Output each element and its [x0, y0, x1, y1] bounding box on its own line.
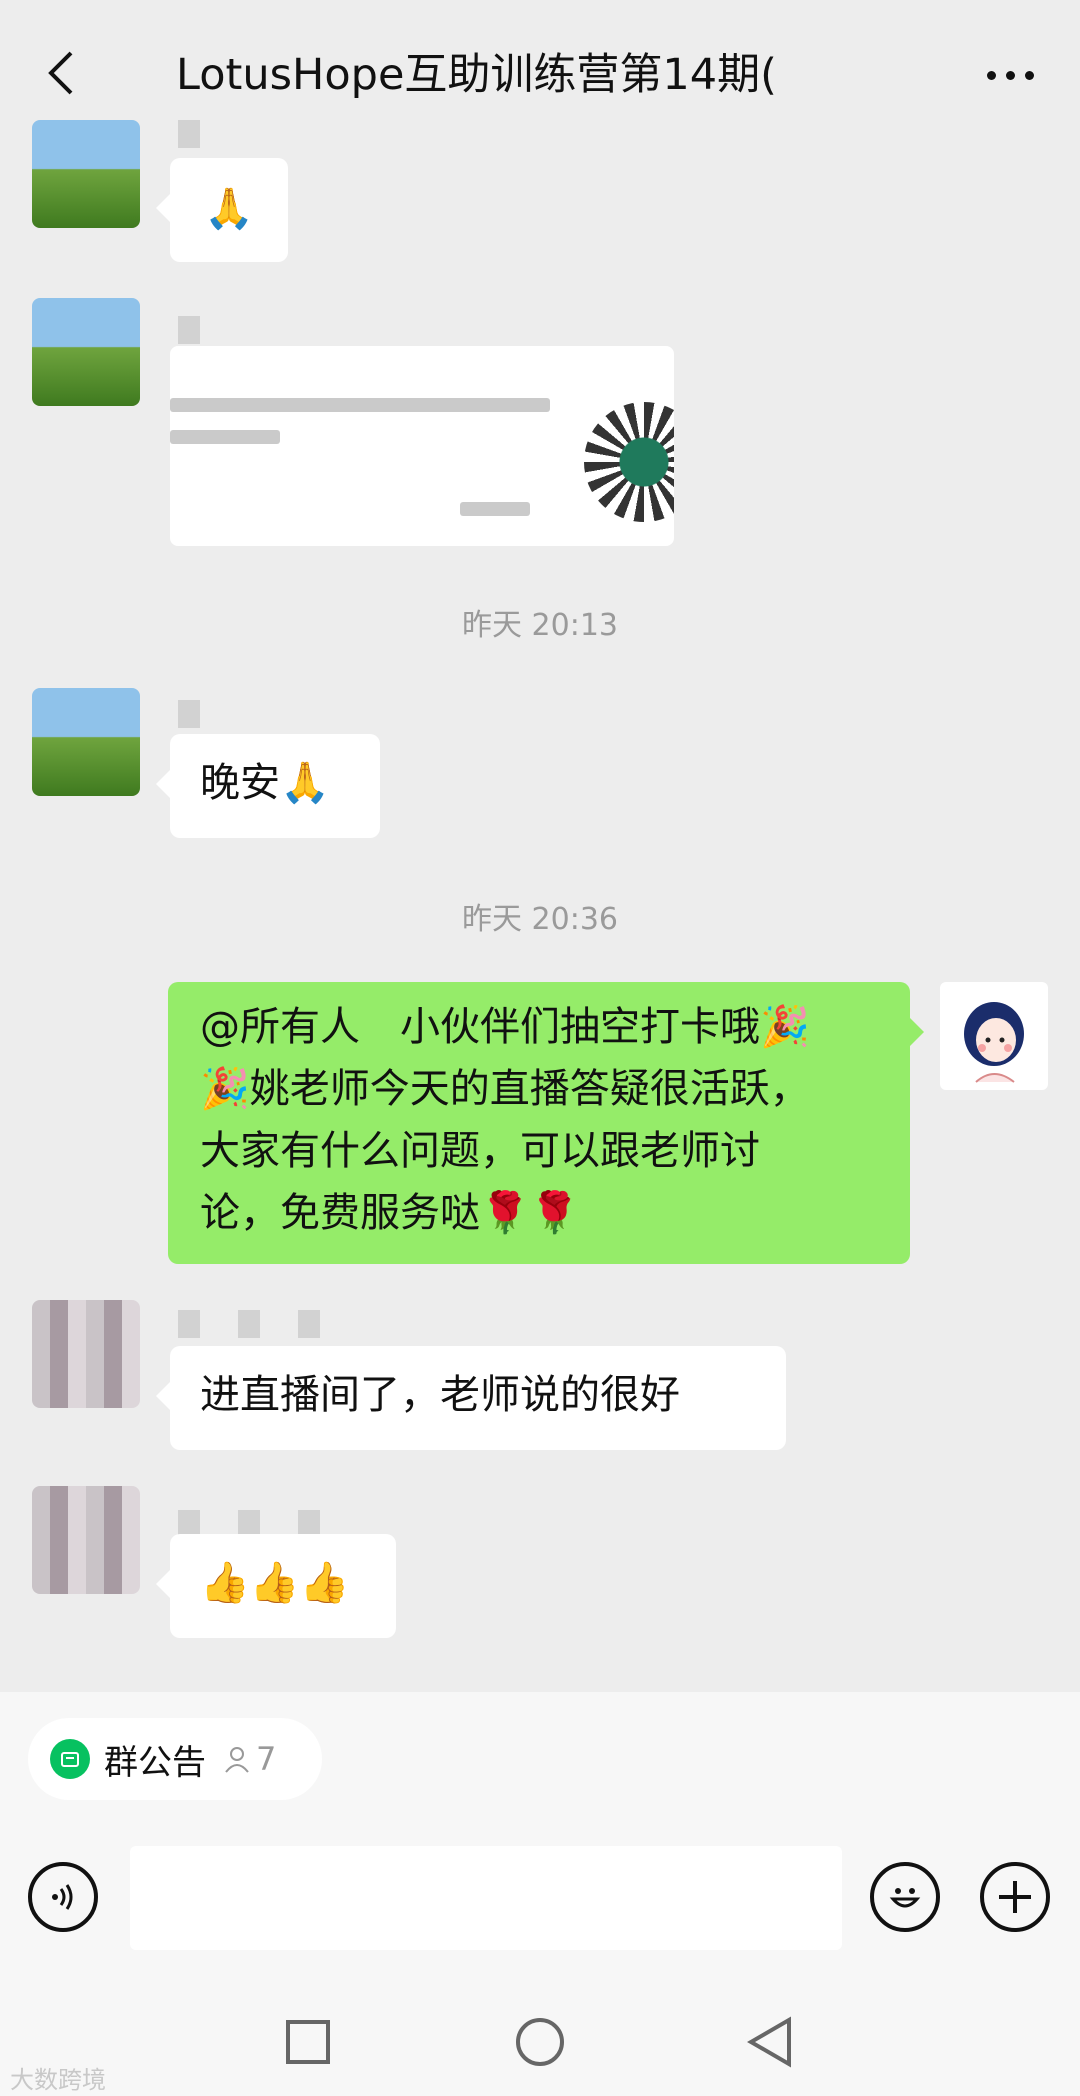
- ellipsis-icon: [986, 70, 996, 80]
- card-text-line: [460, 502, 530, 516]
- message-bubble[interactable]: 晚安🙏: [156, 734, 380, 838]
- message-bubble[interactable]: 进直播间了，老师说的很好: [156, 1346, 786, 1450]
- announcement-icon: [50, 1739, 90, 1779]
- self-avatar[interactable]: [940, 982, 1048, 1090]
- sender-name: [178, 120, 238, 148]
- chat-title: LotusHope互助训练营第14期(: [176, 50, 777, 100]
- home-icon: [516, 2018, 564, 2066]
- message-text-line: 🎉姚老师今天的直播答疑很活跃，: [200, 1066, 810, 1112]
- message-bubble[interactable]: 🙏: [156, 158, 288, 262]
- more-options-button[interactable]: [970, 40, 1050, 110]
- back-nav-button[interactable]: [738, 2010, 802, 2074]
- back-button[interactable]: [30, 38, 90, 108]
- message-text-line: @所有人 小伙伴们抽空打卡哦🎉: [200, 1004, 810, 1050]
- avatar[interactable]: [32, 688, 140, 796]
- avatar[interactable]: [32, 120, 140, 228]
- sender-name: [178, 1310, 348, 1338]
- chevron-left-icon: [48, 51, 73, 95]
- voice-icon: [52, 1884, 73, 1910]
- sender-name: [178, 700, 218, 728]
- card-text-line: [170, 398, 550, 412]
- chat-header: LotusHope互助训练营第14期(: [0, 0, 1080, 148]
- voice-button[interactable]: [28, 1862, 98, 1932]
- shared-card[interactable]: [170, 346, 674, 546]
- recent-apps-button[interactable]: [276, 2010, 340, 2074]
- sender-name: [178, 316, 238, 344]
- card-text-line: [170, 430, 280, 444]
- plus-icon: [999, 1881, 1031, 1913]
- qr-code-icon: [584, 402, 674, 522]
- message-input[interactable]: [130, 1846, 842, 1950]
- watermark: 大数跨境: [10, 2066, 106, 2094]
- plus-button[interactable]: [980, 1862, 1050, 1932]
- message-bubble[interactable]: 👍👍👍: [156, 1534, 396, 1638]
- message-bubble-self[interactable]: @所有人 小伙伴们抽空打卡哦🎉 🎉姚老师今天的直播答疑很活跃， 大家有什么问题，…: [168, 982, 924, 1264]
- timestamp: 昨天 20:13: [462, 608, 618, 643]
- avatar[interactable]: [32, 1486, 140, 1594]
- message-text-line: 大家有什么问题，可以跟老师讨: [200, 1128, 760, 1174]
- home-button[interactable]: [508, 2010, 572, 2074]
- back-triangle-icon: [747, 2016, 791, 2068]
- timestamp: 昨天 20:36: [462, 902, 618, 937]
- member-count: 7: [222, 1740, 276, 1778]
- smiley-icon: [889, 1888, 921, 1908]
- recent-apps-icon: [286, 2020, 330, 2064]
- emoji-button[interactable]: [870, 1862, 940, 1932]
- member-count-value: 7: [256, 1740, 277, 1778]
- message-text: 进直播间了，老师说的很好: [200, 1372, 680, 1418]
- message-text: 🙏: [204, 186, 254, 232]
- group-notice-button[interactable]: 群公告 7: [28, 1718, 322, 1800]
- avatar[interactable]: [32, 1300, 140, 1408]
- message-text: 👍👍👍: [200, 1560, 350, 1606]
- message-text-line: 论，免费服务哒🌹🌹: [200, 1190, 580, 1236]
- message-text: 晚安🙏: [200, 760, 330, 806]
- avatar[interactable]: [32, 298, 140, 406]
- notice-label: 群公告: [104, 1742, 206, 1783]
- girl-avatar-icon: [964, 1002, 1024, 1083]
- person-icon: [225, 1747, 249, 1773]
